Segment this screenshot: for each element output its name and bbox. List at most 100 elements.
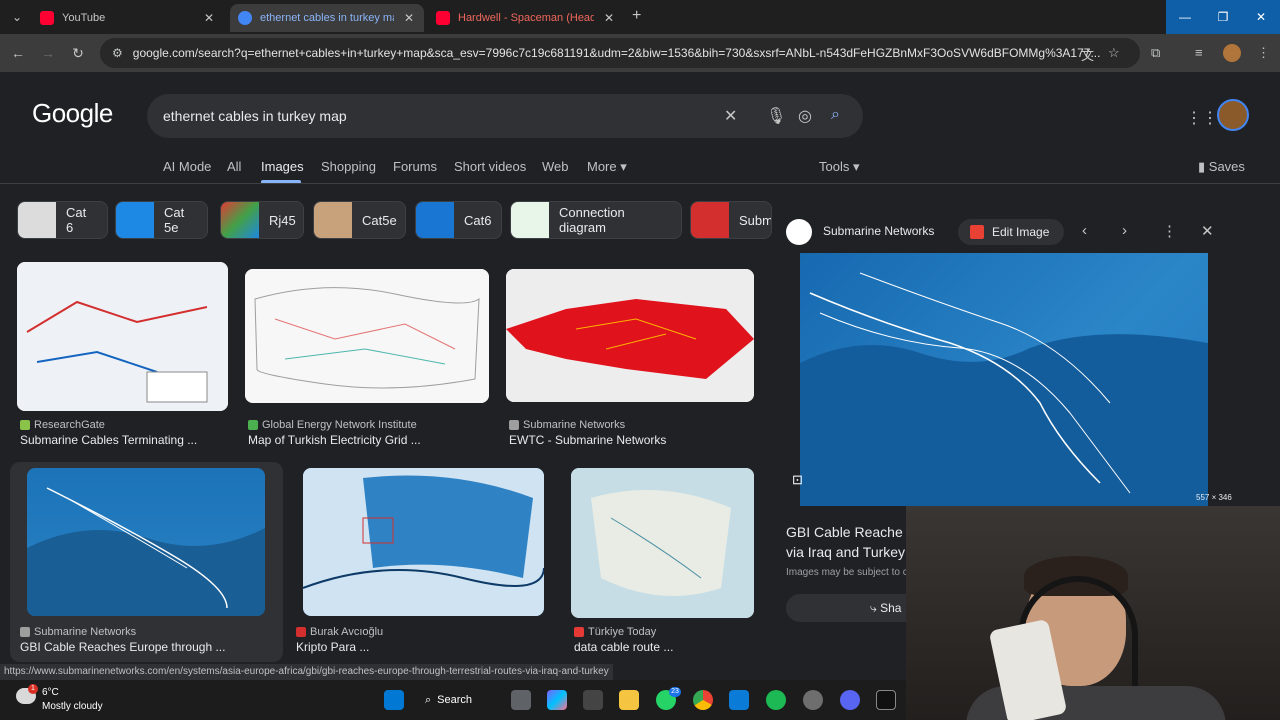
store-icon[interactable] xyxy=(729,690,749,710)
chip-cat5e[interactable]: Cat5e xyxy=(313,201,406,239)
search-input[interactable]: ethernet cables in turkey map xyxy=(147,94,863,138)
source-favicon xyxy=(248,420,258,430)
forward-icon[interactable]: → xyxy=(38,43,58,63)
filter-more[interactable]: More ▾ xyxy=(587,159,627,175)
google-icon xyxy=(238,11,252,25)
reload-icon[interactable]: ↻ xyxy=(68,43,88,63)
cable-route-map xyxy=(800,272,1208,506)
close-tab-icon[interactable]: ✕ xyxy=(402,11,416,25)
result-image[interactable] xyxy=(17,262,228,411)
source-favicon xyxy=(20,627,30,637)
microphone-icon[interactable]: 🎙 xyxy=(766,106,786,126)
result-source[interactable]: Global Energy Network Institute xyxy=(248,419,417,431)
copyright-notice: Images may be subject to c xyxy=(786,567,908,578)
site-info-icon[interactable]: ⚙ xyxy=(112,46,123,60)
whatsapp-badge: 23 xyxy=(669,687,681,697)
account-avatar[interactable] xyxy=(1217,99,1249,131)
result-source[interactable]: Burak Avcıoğlu xyxy=(296,626,383,638)
result-title[interactable]: Kripto Para ... xyxy=(296,640,369,654)
close-window-button[interactable]: ✕ xyxy=(1242,0,1280,34)
new-tab-button[interactable]: + xyxy=(632,7,641,25)
result-image[interactable] xyxy=(506,269,754,402)
more-options-icon[interactable]: ⋮ xyxy=(1162,222,1177,240)
filter-all[interactable]: All xyxy=(227,159,241,174)
result-source[interactable]: Submarine Networks xyxy=(509,419,625,431)
discord-icon[interactable] xyxy=(840,690,860,710)
chip-cat-6[interactable]: Cat 6 xyxy=(17,201,108,239)
spotify-icon[interactable] xyxy=(766,690,786,710)
chip-cat-5e[interactable]: Cat 5e xyxy=(115,201,208,239)
weather-description[interactable]: Mostly cloudy xyxy=(42,701,103,712)
back-icon[interactable]: ← xyxy=(8,43,28,63)
chip-rj45[interactable]: Rj45 xyxy=(220,201,304,239)
result-title[interactable]: EWTC - Submarine Networks xyxy=(509,433,666,447)
bookmark-icon: ▮ xyxy=(1198,159,1206,174)
result-title[interactable]: GBI Cable Reaches Europe through ... xyxy=(20,640,225,654)
address-bar[interactable]: ⚙ google.com/search?q=ethernet+cables+in… xyxy=(100,38,1140,68)
weather-badge: 1 xyxy=(28,684,38,694)
copilot-icon[interactable] xyxy=(547,690,567,710)
task-view-icon[interactable] xyxy=(511,690,531,710)
tab-hardwell[interactable]: Hardwell - Spaceman (Headhu ✕ xyxy=(428,4,624,32)
chip-connection-diagram[interactable]: Connection diagram xyxy=(510,201,682,239)
temperature[interactable]: 6°C xyxy=(42,687,59,698)
map-thumbnail xyxy=(245,269,489,403)
taskbar-search[interactable]: ⌕ Search xyxy=(425,688,495,712)
filter-web[interactable]: Web xyxy=(542,159,569,174)
google-logo[interactable]: Google xyxy=(32,98,113,129)
previous-icon[interactable]: ‹ xyxy=(1082,222,1087,239)
close-tab-icon[interactable]: ✕ xyxy=(202,11,216,25)
result-title[interactable]: Submarine Cables Terminating ... xyxy=(20,433,197,447)
visual-search-icon[interactable]: ⊡ xyxy=(792,472,803,488)
search-icon[interactable]: ⌕ xyxy=(831,106,840,124)
next-icon[interactable]: › xyxy=(1122,222,1127,239)
filter-images[interactable]: Images xyxy=(261,159,304,174)
result-image[interactable] xyxy=(245,269,489,403)
result-source[interactable]: ResearchGate xyxy=(20,419,105,431)
preview-image[interactable] xyxy=(800,253,1208,506)
browser-menu-icon[interactable]: ⋮ xyxy=(1257,45,1270,61)
tab-search-icon[interactable]: ⌄ xyxy=(6,6,28,28)
filter-forums[interactable]: Forums xyxy=(393,159,437,174)
chip-thumbnail xyxy=(314,202,352,238)
result-title[interactable]: Map of Turkish Electricity Grid ... xyxy=(248,433,421,447)
lens-icon[interactable]: ◎ xyxy=(798,106,812,126)
tools-button[interactable]: Tools ▾ xyxy=(819,159,860,175)
translate-icon[interactable]: 文 xyxy=(1081,45,1094,64)
result-image[interactable] xyxy=(27,468,265,616)
chrome-icon[interactable] xyxy=(693,690,713,710)
close-tab-icon[interactable]: ✕ xyxy=(602,11,616,25)
media-app-icon[interactable] xyxy=(583,690,603,710)
preview-source-name[interactable]: Submarine Networks xyxy=(823,224,934,238)
settings-icon[interactable] xyxy=(803,690,823,710)
source-favicon xyxy=(296,627,306,637)
app-icon[interactable] xyxy=(876,690,896,710)
maximize-button[interactable]: ❐ xyxy=(1204,0,1242,34)
result-source[interactable]: Submarine Networks xyxy=(20,626,136,638)
chip-cat6[interactable]: Cat6 xyxy=(415,201,502,239)
result-image[interactable] xyxy=(303,468,544,616)
filter-short-videos[interactable]: Short videos xyxy=(454,159,526,174)
edit-image-button[interactable]: Edit Image xyxy=(958,219,1064,245)
tab-google-search[interactable]: ethernet cables in turkey map ✕ xyxy=(230,4,424,32)
filter-shopping[interactable]: Shopping xyxy=(321,159,376,174)
media-control-icon[interactable]: ≡ xyxy=(1195,45,1203,60)
youtube-icon xyxy=(40,11,54,25)
extensions-icon[interactable]: ⧉ xyxy=(1151,45,1160,61)
preview-title[interactable]: GBI Cable Reache via Iraq and Turkey xyxy=(786,522,905,562)
filter-ai-mode[interactable]: AI Mode xyxy=(163,159,211,174)
windows-start-icon[interactable] xyxy=(384,690,404,710)
saves-button[interactable]: ▮ Saves xyxy=(1198,159,1245,175)
result-title[interactable]: data cable route ... xyxy=(574,640,673,654)
result-image[interactable] xyxy=(571,468,754,618)
bookmark-star-icon[interactable]: ☆ xyxy=(1108,45,1120,61)
clear-icon[interactable]: ✕ xyxy=(724,106,737,126)
image-dimensions: 557 × 346 xyxy=(1196,493,1232,502)
file-explorer-icon[interactable] xyxy=(619,690,639,710)
profile-avatar[interactable] xyxy=(1223,44,1241,62)
tab-youtube[interactable]: YouTube ✕ xyxy=(32,4,224,32)
minimize-button[interactable]: — xyxy=(1166,0,1204,34)
result-source[interactable]: Türkiye Today xyxy=(574,626,656,638)
chip-submarine[interactable]: Subm xyxy=(690,201,772,239)
close-preview-icon[interactable]: ✕ xyxy=(1201,222,1214,240)
